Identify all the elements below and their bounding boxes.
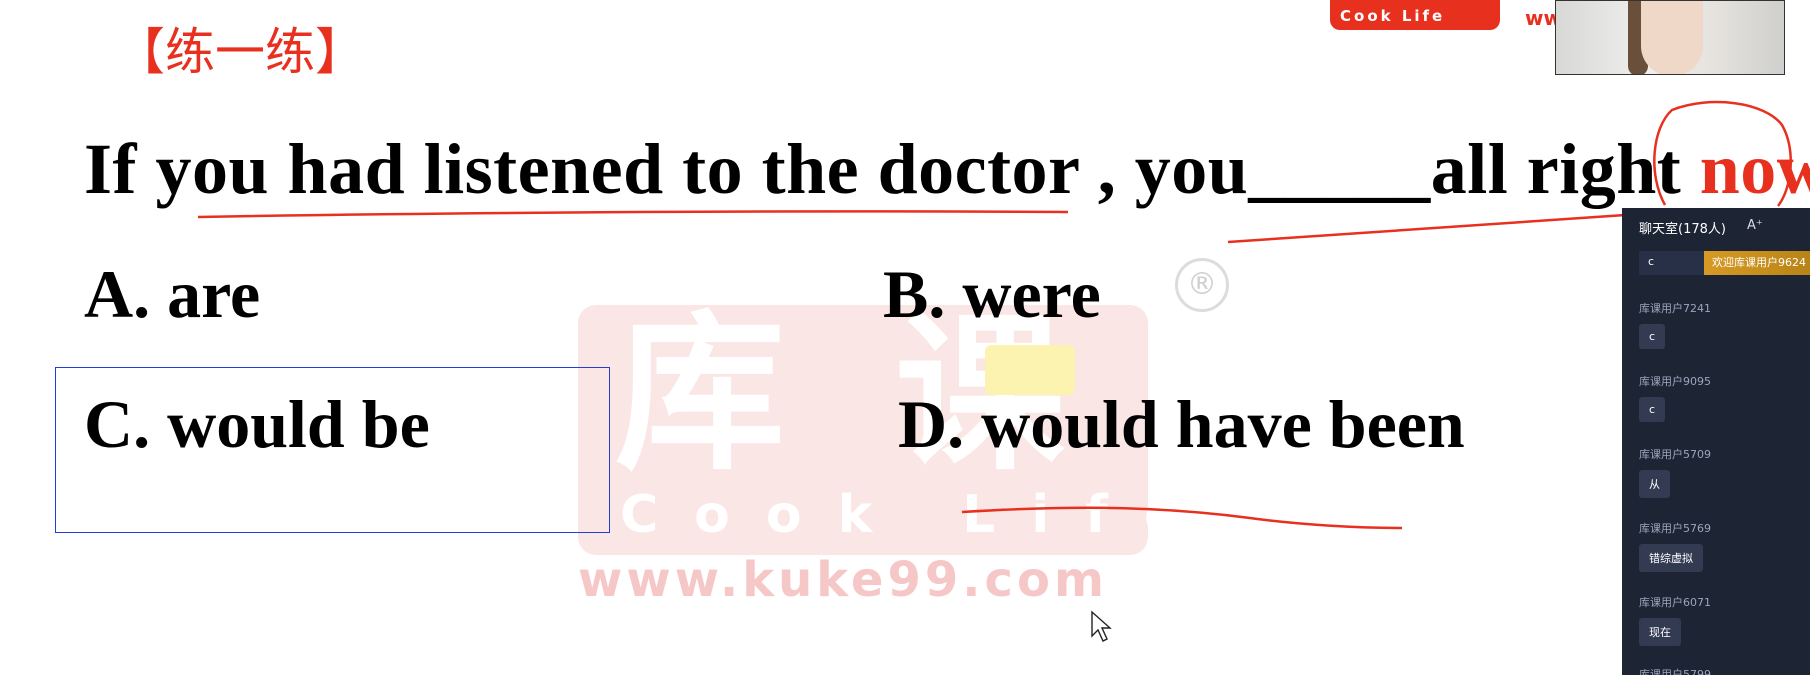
cursor-arrow-icon: [1091, 610, 1112, 642]
circle-now-annotation: [1653, 100, 1792, 207]
underline-option-d-annotation: [961, 506, 1403, 530]
chat-message-user: 库课用户5709: [1639, 448, 1711, 461]
chat-message-user: 库课用户5799: [1639, 668, 1711, 675]
chat-message-text: c: [1639, 397, 1666, 422]
underline-blank-annotation: [1227, 212, 1641, 244]
chat-panel: 聊天室(178人) A⁺ c 欢迎库课用户9624 库课用户7241 c 库课用…: [1622, 208, 1810, 675]
welcome-banner: 欢迎库课用户9624: [1704, 251, 1810, 275]
font-size-button[interactable]: A⁺: [1747, 218, 1763, 233]
chat-message-user: 库课用户6071: [1639, 596, 1711, 609]
chat-message-text: 现在: [1639, 618, 1681, 646]
chat-message-text: c: [1639, 324, 1666, 349]
chat-room-title: 聊天室(178人): [1639, 222, 1726, 237]
brand-logo-text: Cook Life: [1340, 7, 1446, 25]
camera-feed[interactable]: [1555, 0, 1785, 75]
annotation-layer: [197, 100, 1792, 642]
camera-person-face: [1641, 1, 1703, 74]
chat-message-user: 库课用户5769: [1639, 522, 1711, 535]
chat-message-text: 从: [1639, 470, 1670, 498]
chat-input-value: c: [1648, 255, 1655, 268]
chat-message-text: 错综虚拟: [1639, 544, 1703, 572]
underline-clause-annotation: [197, 210, 1069, 219]
chat-message-user: 库课用户9095: [1639, 375, 1711, 388]
chat-message-user: 库课用户7241: [1639, 302, 1711, 315]
